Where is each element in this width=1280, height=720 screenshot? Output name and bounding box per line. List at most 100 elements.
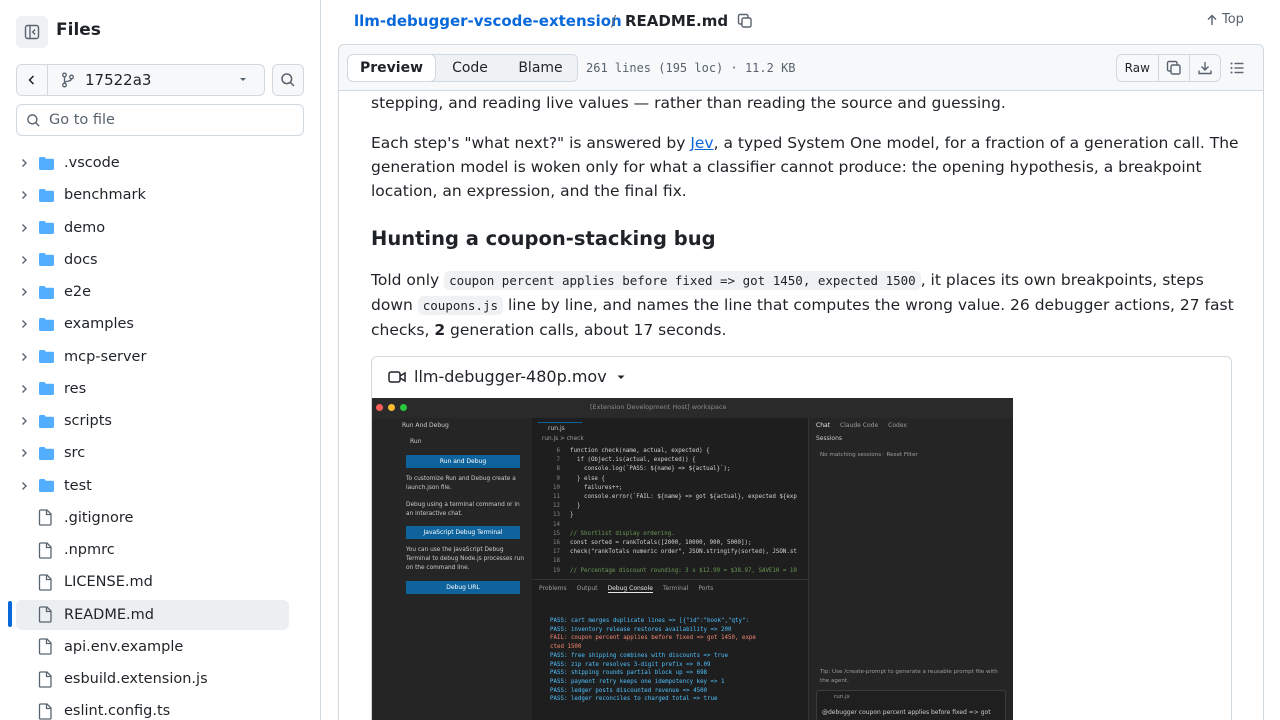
js-debug-text: You can use the JavaScript Debug Termina… <box>406 547 525 571</box>
code-text: console.log(`PASS: ${name} => ${actual}`… <box>570 466 731 473</box>
text-span: Told only <box>371 271 445 289</box>
tree-file[interactable]: LICENSE.md <box>16 567 289 597</box>
sessions-title: Sessions <box>816 435 843 442</box>
code-text: const sorted = rankTotals([2000, 10000, … <box>570 540 752 547</box>
run-and-debug-button[interactable]: Run and Debug <box>406 455 520 468</box>
tree-item-label: test <box>64 477 92 494</box>
window-zoom-dot <box>400 404 407 411</box>
video-summary-toggle[interactable]: llm-debugger-480p.mov <box>388 367 627 386</box>
file-icon <box>38 509 52 526</box>
expand-chevron[interactable] <box>16 158 32 168</box>
tab-preview[interactable]: Preview <box>347 54 436 82</box>
copy-icon <box>1166 60 1181 75</box>
raw-button[interactable]: Raw <box>1117 55 1159 81</box>
console-line: cted 1500 <box>550 644 582 651</box>
tree-file[interactable]: .npmrc <box>16 535 289 565</box>
expand-chevron[interactable] <box>16 481 32 491</box>
panel-tab[interactable]: Debug Console <box>607 585 653 593</box>
file-icon <box>38 606 52 623</box>
tree-folder[interactable]: .vscode <box>16 148 289 178</box>
console-line: PASS: inventory release restores availab… <box>550 626 732 633</box>
tree-item-label: docs <box>64 251 98 268</box>
tree-folder[interactable]: test <box>16 471 289 501</box>
tree-file[interactable]: .gitignore <box>16 503 289 533</box>
go-to-file-input[interactable] <box>49 109 289 131</box>
chat-tab[interactable]: Claude Code <box>840 422 878 429</box>
readme-paragraph: Told only coupon percent applies before … <box>371 268 1241 342</box>
chat-input-text: @debugger coupon percent applies before … <box>822 709 991 716</box>
outline-button[interactable] <box>1223 55 1251 81</box>
video-filename: llm-debugger-480p.mov <box>414 367 607 386</box>
expand-chevron[interactable] <box>16 416 32 426</box>
expand-chevron[interactable] <box>16 448 32 458</box>
expand-chevron[interactable] <box>16 255 32 265</box>
collapse-sidebar-button[interactable] <box>16 16 48 48</box>
expand-chevron[interactable] <box>16 352 32 362</box>
breadcrumb-repo-link[interactable]: llm-debugger-vscode-extension <box>354 12 622 30</box>
expand-chevron[interactable] <box>16 384 32 394</box>
tree-folder[interactable]: e2e <box>16 277 289 307</box>
tree-folder[interactable]: demo <box>16 213 289 243</box>
tree-folder[interactable]: docs <box>16 245 289 275</box>
js-debug-terminal-button[interactable]: JavaScript Debug Terminal <box>406 526 520 539</box>
expand-chevron[interactable] <box>16 319 32 329</box>
window-close-dot <box>376 404 383 411</box>
tree-folder[interactable]: res <box>16 374 289 404</box>
panel-tab[interactable]: Ports <box>698 585 713 593</box>
branch-picker[interactable]: 17522a3 <box>16 64 265 96</box>
list-unordered-icon <box>1230 62 1244 74</box>
file-icon <box>38 670 52 688</box>
editor-tab[interactable]: run.js <box>538 422 582 434</box>
tree-folder[interactable]: scripts <box>16 406 289 436</box>
video-player[interactable]: [Extension Development Host] workspace R… <box>372 398 1013 720</box>
folder-icon <box>39 156 54 170</box>
copy-path-button[interactable] <box>732 8 758 34</box>
code-line: 18 <box>538 557 808 566</box>
tree-file[interactable]: api.env.example <box>16 632 289 662</box>
expand-chevron[interactable] <box>16 223 32 233</box>
panel-tab[interactable]: Terminal <box>663 585 688 593</box>
code-line: 13} <box>538 511 808 520</box>
copy-raw-button[interactable] <box>1159 55 1190 81</box>
tree-folder[interactable]: src <box>16 438 289 468</box>
download-button[interactable] <box>1189 55 1220 81</box>
file-icon-wrap <box>38 509 56 526</box>
editor-breadcrumb: run.js > check <box>542 436 584 442</box>
chevron-right-icon <box>22 384 27 393</box>
chat-tab[interactable]: Codex <box>888 422 907 429</box>
expand-chevron[interactable] <box>16 190 32 200</box>
tab-blame[interactable]: Blame <box>504 55 577 81</box>
tree-folder[interactable]: mcp-server <box>16 342 289 372</box>
line-number: 13 <box>553 512 560 519</box>
tree-file[interactable]: esbuild.extension.js <box>16 664 289 694</box>
code-line: 14 <box>538 521 808 530</box>
panel-tab[interactable]: Problems <box>539 585 567 593</box>
copy-icon <box>737 13 752 28</box>
panel-tab[interactable]: Output <box>577 585 598 593</box>
branch-back-button[interactable] <box>17 65 48 95</box>
file-icon-wrap <box>38 670 56 688</box>
back-to-top-button[interactable]: Top <box>1206 12 1244 27</box>
folder-icon-wrap <box>38 446 56 461</box>
debug-url-button[interactable]: Debug URL <box>406 581 520 594</box>
tree-folder[interactable]: benchmark <box>16 180 289 210</box>
section-heading: Hunting a coupon-stacking bug <box>371 227 716 250</box>
folder-icon-wrap <box>38 478 56 493</box>
file-icon <box>38 574 52 591</box>
jev-link[interactable]: Jev <box>690 134 713 152</box>
tree-file[interactable]: eslint.config.ts <box>16 696 289 720</box>
line-number: 14 <box>553 521 560 528</box>
tree-item-label: LICENSE.md <box>64 574 153 591</box>
code-line: 19 // Percentage discount rounding: 3 x $… <box>538 567 808 576</box>
search-button[interactable] <box>272 64 304 96</box>
line-number: 8 <box>556 466 561 473</box>
go-to-file-field[interactable] <box>16 104 304 136</box>
chat-tab[interactable]: Chat <box>816 422 830 429</box>
expand-chevron[interactable] <box>16 287 32 297</box>
no-sessions-text: No matching sessions · Reset Filter <box>820 452 918 458</box>
tab-code[interactable]: Code <box>436 55 504 81</box>
tree-folder[interactable]: examples <box>16 309 289 339</box>
search-icon <box>27 114 40 127</box>
tree-file[interactable]: README.md <box>16 599 289 630</box>
console-line: PASS: shipping rounds partial block up =… <box>550 670 708 677</box>
